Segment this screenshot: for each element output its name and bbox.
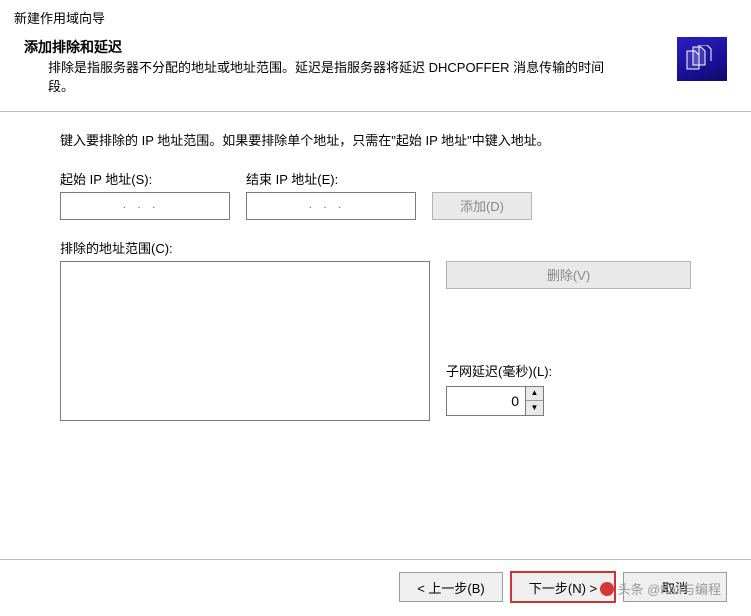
excluded-range-listbox[interactable] [60, 261, 430, 421]
start-ip-label: 起始 IP 地址(S): [60, 169, 230, 188]
start-ip-input[interactable]: ... [60, 192, 230, 220]
wizard-footer: < 上一步(B) 下一步(N) > 取消 头条 @Kali与编程 [0, 559, 751, 616]
spinner-up-icon[interactable]: ▲ [526, 387, 543, 402]
excluded-range-label: 排除的地址范围(C): [60, 238, 691, 257]
subnet-delay-input[interactable]: 0 [446, 386, 526, 416]
wizard-banner-icon [677, 37, 727, 81]
window-title: 新建作用域向导 [0, 0, 751, 31]
wizard-body: 键入要排除的 IP 地址范围。如果要排除单个地址，只需在"起始 IP 地址"中键… [0, 112, 751, 431]
spinner-down-icon[interactable]: ▼ [526, 401, 543, 415]
page-description: 排除是指服务器不分配的地址或地址范围。延迟是指服务器将延迟 DHCPOFFER … [48, 59, 608, 97]
cancel-button[interactable]: 取消 [623, 572, 727, 602]
end-ip-label: 结束 IP 地址(E): [246, 169, 416, 188]
subnet-delay-label: 子网延迟(毫秒)(L): [446, 361, 691, 380]
page-heading: 添加排除和延迟 [24, 37, 727, 57]
instruction-text: 键入要排除的 IP 地址范围。如果要排除单个地址，只需在"起始 IP 地址"中键… [60, 130, 691, 149]
delete-button[interactable]: 删除(V) [446, 261, 691, 289]
add-button[interactable]: 添加(D) [432, 192, 532, 220]
next-button[interactable]: 下一步(N) > [511, 572, 615, 602]
end-ip-input[interactable]: ... [246, 192, 416, 220]
wizard-header: 添加排除和延迟 排除是指服务器不分配的地址或地址范围。延迟是指服务器将延迟 DH… [0, 31, 751, 112]
subnet-delay-spinner[interactable]: ▲ ▼ [526, 386, 544, 416]
wizard-window: 新建作用域向导 添加排除和延迟 排除是指服务器不分配的地址或地址范围。延迟是指服… [0, 0, 751, 616]
back-button[interactable]: < 上一步(B) [399, 572, 503, 602]
